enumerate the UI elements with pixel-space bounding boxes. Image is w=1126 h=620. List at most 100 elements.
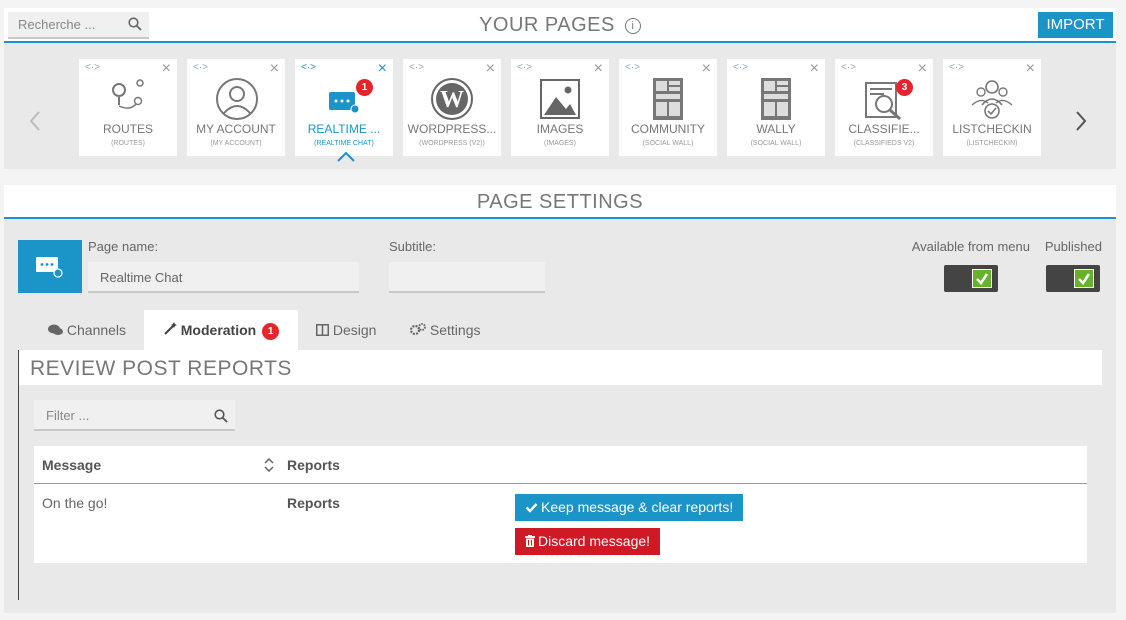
code-icon[interactable]: <·> [733, 62, 748, 73]
close-icon[interactable]: × [270, 60, 279, 78]
published-toggle[interactable] [1046, 265, 1100, 292]
close-icon[interactable]: × [486, 60, 495, 78]
page-card-label: MY ACCOUNT [196, 122, 276, 136]
page-card-sublabel: (WORDPRESS (V2)) [419, 140, 485, 147]
check-icon [1078, 273, 1091, 285]
discard-message-label: Discard message! [538, 533, 651, 549]
message-cell: On the go! [42, 495, 108, 511]
pages-header: YOUR PAGES i Recherche ... IMPORT [4, 8, 1116, 43]
column-header-message[interactable]: Message [42, 457, 101, 473]
page-card-wordpress[interactable]: <·> × W WORDPRESS... (WORDPRESS (V2)) [403, 59, 501, 156]
page-name-label: Page name: [88, 239, 159, 254]
table-row: On the go! Reports Keep message & clear … [34, 485, 1087, 563]
image-icon [540, 79, 580, 119]
code-icon[interactable]: <·> [841, 62, 856, 73]
pages-panel: YOUR PAGES i Recherche ... IMPORT <·> × R… [4, 8, 1116, 169]
wall-icon [653, 78, 683, 120]
code-icon[interactable]: <·> [85, 62, 100, 73]
selected-caret-icon [337, 152, 355, 162]
discard-message-button[interactable]: Discard message! [515, 528, 661, 555]
page-card-sublabel: (SOCIAL WALL) [750, 140, 802, 147]
page-icon-button[interactable] [18, 240, 82, 293]
tab-settings[interactable]: Settings [409, 310, 480, 350]
notification-badge: 3 [896, 79, 913, 96]
page-card-label: WORDPRESS... [407, 122, 497, 136]
available-from-menu-toggle[interactable] [944, 265, 998, 292]
review-title: REVIEW POST REPORTS [19, 350, 1102, 385]
tab-design[interactable]: Design [316, 310, 376, 350]
page-card-label: ROUTES [102, 122, 153, 136]
page-card-images[interactable]: <·> × IMAGES (IMAGES) [511, 59, 609, 156]
page-settings-panel: PAGE SETTINGS Page name: Realtime Chat S… [4, 185, 1116, 613]
notification-badge: 1 [356, 79, 373, 96]
search-input[interactable]: Recherche ... [8, 12, 149, 39]
close-icon[interactable]: × [702, 60, 711, 78]
info-icon[interactable]: i [624, 18, 641, 34]
page-card-routes[interactable]: <·> × ROUTES (ROUTES) [79, 59, 177, 156]
search-icon [128, 17, 142, 31]
page-card-listcheckin[interactable]: <·> × LISTCHECKIN (LISTCHECKIN) [943, 59, 1041, 156]
moderation-panel: REVIEW POST REPORTS Filter ... Message R… [18, 350, 1102, 600]
wordpress-icon: W [431, 78, 473, 120]
check-icon [976, 273, 989, 285]
tab-channels[interactable]: Channels [48, 310, 126, 350]
tab-design-label: Design [332, 322, 377, 338]
available-from-menu-label: Available from menu [911, 239, 1030, 254]
tab-moderation[interactable]: Moderation 1 [144, 310, 298, 350]
page-name-input[interactable]: Realtime Chat [88, 262, 359, 293]
next-arrow-icon[interactable] [1074, 108, 1088, 139]
page-card-sublabel: (MY ACCOUNT) [210, 140, 262, 147]
pages-title-text: YOUR PAGES [479, 14, 615, 36]
page-card-sublabel: (IMAGES) [544, 140, 576, 147]
keep-message-label: Keep message & clear reports! [541, 499, 734, 515]
subtitle-label: Subtitle: [389, 239, 436, 254]
subtitle-input[interactable] [389, 262, 545, 293]
code-icon[interactable]: <·> [409, 62, 424, 73]
close-icon[interactable]: × [918, 60, 927, 78]
sort-icon[interactable] [264, 458, 274, 472]
search-icon [214, 409, 228, 423]
close-icon[interactable]: × [594, 60, 603, 78]
code-icon[interactable]: <·> [517, 62, 532, 73]
reports-table: Message Reports On the go! Reports Keep … [34, 446, 1087, 563]
page-card-label: REALTIME ... [307, 122, 381, 136]
chat-icon [36, 257, 63, 278]
page-card-sublabel: (CLASSIFIEDS V2) [853, 140, 915, 147]
table-header: Message Reports [34, 446, 1087, 484]
code-icon[interactable]: <·> [949, 62, 964, 73]
page-card-label: WALLY [756, 122, 796, 136]
account-icon [216, 78, 258, 120]
page-card-community[interactable]: <·> × COMMUNITY (SOCIAL WALL) [619, 59, 717, 156]
code-icon[interactable]: <·> [301, 62, 316, 73]
page-card-sublabel: (LISTCHECKIN) [966, 140, 1018, 147]
keep-message-button[interactable]: Keep message & clear reports! [515, 494, 744, 521]
published-label: Published [1044, 239, 1102, 254]
page-card-wally[interactable]: <·> × WALLY (SOCIAL WALL) [727, 59, 825, 156]
svg-text:W: W [440, 87, 464, 113]
page-card-label: IMAGES [536, 122, 584, 136]
close-icon[interactable]: × [378, 60, 387, 78]
wall-icon [761, 78, 791, 120]
code-icon[interactable]: <·> [625, 62, 640, 73]
import-button[interactable]: IMPORT [1038, 12, 1113, 38]
page-card-label: COMMUNITY [631, 122, 705, 136]
close-icon[interactable]: × [162, 60, 171, 78]
close-icon[interactable]: × [810, 60, 819, 78]
routes-icon [112, 79, 144, 109]
code-icon[interactable]: <·> [193, 62, 208, 73]
page-card-sublabel: (SOCIAL WALL) [642, 140, 694, 147]
page-card-realtime-chat[interactable]: <·> × 1 REALTIME ... (REALTIME CHAT) [295, 59, 393, 156]
page-card-label: CLASSIFIE... [848, 122, 920, 136]
page-card-my-account[interactable]: <·> × MY ACCOUNT (MY ACCOUNT) [187, 59, 285, 156]
tab-channels-label: Channels [66, 322, 127, 338]
page-card-classifieds[interactable]: <·> × 3 CLASSIFIE... (CLASSIFIEDS V2) [835, 59, 933, 156]
check-icon [525, 503, 538, 513]
column-header-reports: Reports [287, 457, 340, 473]
magic-wand-icon [164, 322, 177, 335]
trash-icon [525, 535, 535, 547]
prev-arrow-icon[interactable] [28, 108, 42, 139]
close-icon[interactable]: × [1026, 60, 1035, 78]
filter-input[interactable]: Filter ... [34, 400, 235, 431]
columns-icon [316, 324, 329, 336]
page-card-sublabel: (ROUTES) [111, 140, 145, 147]
